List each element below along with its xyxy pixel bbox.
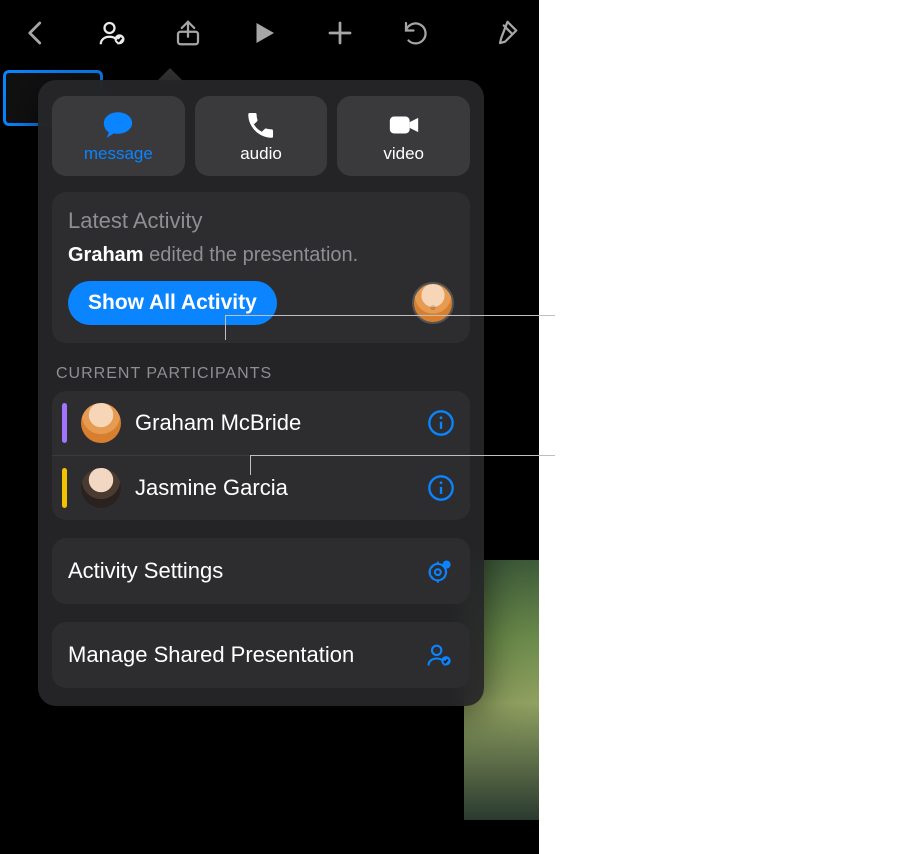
show-all-activity-button[interactable]: Show All Activity (68, 281, 277, 325)
back-button[interactable] (12, 9, 60, 57)
device-frame: message audio video Latest Activity Grah… (0, 0, 539, 854)
gear-badge-icon (425, 557, 453, 585)
video-label: video (383, 144, 424, 164)
activity-settings-row[interactable]: Activity Settings (52, 538, 470, 604)
manage-shared-icon (424, 640, 454, 670)
activity-settings-icon (424, 556, 454, 586)
activity-action: edited the presentation. (149, 244, 358, 266)
top-toolbar (0, 0, 539, 66)
latest-activity-title: Latest Activity (68, 208, 454, 234)
share-button[interactable] (164, 9, 212, 57)
participants-header: CURRENT PARTICIPANTS (56, 365, 466, 383)
callout-line (250, 455, 555, 456)
video-icon (387, 108, 421, 142)
info-icon (427, 474, 455, 502)
presence-stripe (62, 468, 67, 508)
communication-row: message audio video (52, 96, 470, 176)
presence-stripe (62, 403, 67, 443)
message-icon (101, 108, 135, 142)
callout-line (225, 315, 226, 340)
participant-name: Graham McBride (135, 410, 412, 436)
person-check-icon (425, 641, 453, 669)
video-button[interactable]: video (337, 96, 470, 176)
participant-row[interactable]: Graham McBride (52, 391, 470, 455)
participant-row[interactable]: Jasmine Garcia (52, 455, 470, 520)
activity-settings-group: Activity Settings (52, 538, 470, 604)
collaborate-button[interactable] (88, 9, 136, 57)
add-button[interactable] (316, 9, 364, 57)
manage-shared-group: Manage Shared Presentation (52, 622, 470, 688)
manage-shared-row[interactable]: Manage Shared Presentation (52, 622, 470, 688)
participant-info-button[interactable] (426, 408, 456, 438)
activity-actor: Graham (68, 244, 144, 266)
callout-line (225, 315, 555, 316)
latest-activity-line: Graham edited the presentation. (68, 244, 454, 267)
participant-name: Jasmine Garcia (135, 475, 412, 501)
participant-info-button[interactable] (426, 473, 456, 503)
message-label: message (84, 144, 153, 164)
activity-settings-label: Activity Settings (68, 557, 223, 585)
callout-line (250, 455, 251, 475)
activity-avatar[interactable] (412, 282, 454, 324)
play-button[interactable] (240, 9, 288, 57)
manage-shared-label: Manage Shared Presentation (68, 641, 354, 669)
collaboration-popover: message audio video Latest Activity Grah… (38, 80, 484, 706)
avatar (81, 468, 121, 508)
format-brush-button[interactable] (481, 9, 529, 57)
avatar (81, 403, 121, 443)
undo-button[interactable] (392, 9, 440, 57)
phone-icon (244, 108, 278, 142)
audio-label: audio (240, 144, 282, 164)
message-button[interactable]: message (52, 96, 185, 176)
audio-button[interactable]: audio (195, 96, 328, 176)
info-icon (427, 409, 455, 437)
latest-activity-card: Latest Activity Graham edited the presen… (52, 192, 470, 343)
